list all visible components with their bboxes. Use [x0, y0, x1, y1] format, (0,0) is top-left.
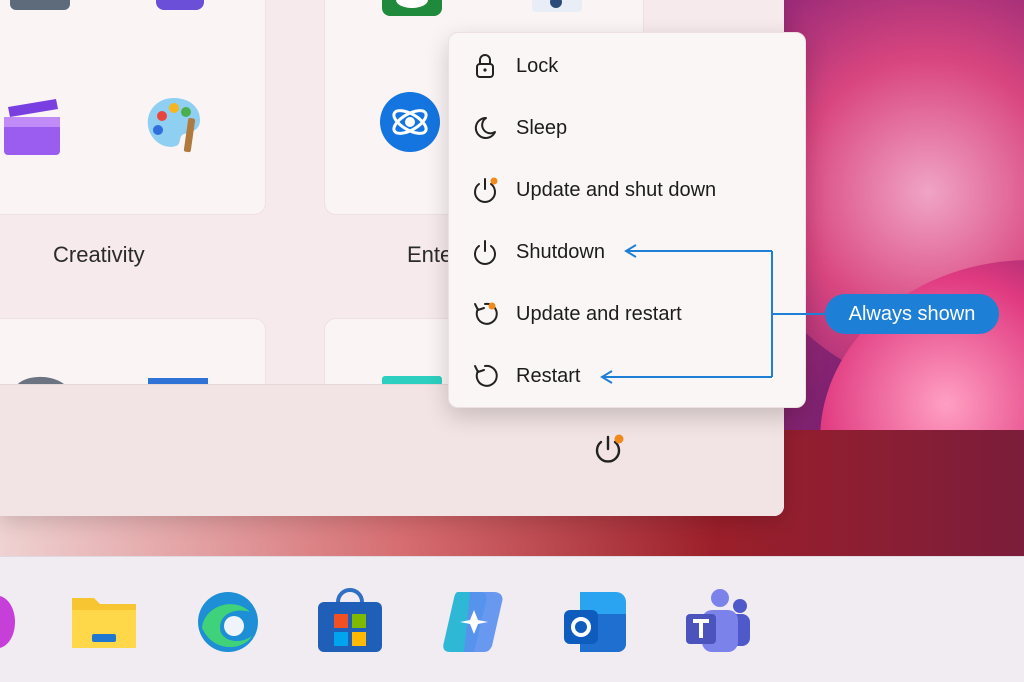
menu-item-label: Shutdown	[516, 240, 605, 263]
power-update-icon	[474, 177, 498, 203]
outlook-icon[interactable]	[562, 588, 630, 656]
menu-item-label: Lock	[516, 54, 559, 77]
app-icon-top-2[interactable]	[150, 0, 214, 20]
menu-item-label: Sleep	[516, 116, 568, 139]
copilot-app-icon[interactable]	[440, 588, 508, 656]
group-label-creativity: Creativity	[53, 242, 145, 267]
teams-icon[interactable]	[684, 588, 752, 656]
always-shown-badge: Always shown	[825, 294, 999, 334]
menu-item-update-shut-down[interactable]: Update and shut down	[449, 161, 807, 219]
menu-item-lock[interactable]: Lock	[449, 37, 807, 95]
taskbar	[0, 556, 1024, 682]
paint-icon[interactable]	[142, 92, 206, 156]
group-label-entertainment: Ente	[407, 242, 453, 267]
restart-update-icon	[474, 302, 498, 325]
file-explorer-icon[interactable]	[70, 588, 138, 656]
clipchamp-icon[interactable]	[0, 95, 64, 159]
menu-item-label: Update and shut down	[516, 178, 717, 201]
power-icon	[474, 240, 496, 265]
edge-icon[interactable]	[194, 588, 262, 656]
copilot-icon[interactable]	[0, 588, 28, 656]
menu-item-sleep[interactable]: Sleep	[449, 99, 807, 157]
moon-icon	[474, 116, 496, 139]
store-icon[interactable]	[316, 588, 384, 656]
battlenet-icon[interactable]	[378, 90, 442, 154]
restart-icon	[474, 364, 498, 387]
app-icon-top-4[interactable]	[526, 0, 590, 18]
power-button[interactable]	[590, 432, 626, 468]
app-icon-top-3[interactable]	[380, 0, 444, 20]
app-icon-top-1[interactable]	[8, 0, 72, 24]
menu-item-label: Restart	[516, 364, 581, 387]
lock-icon	[476, 54, 494, 78]
